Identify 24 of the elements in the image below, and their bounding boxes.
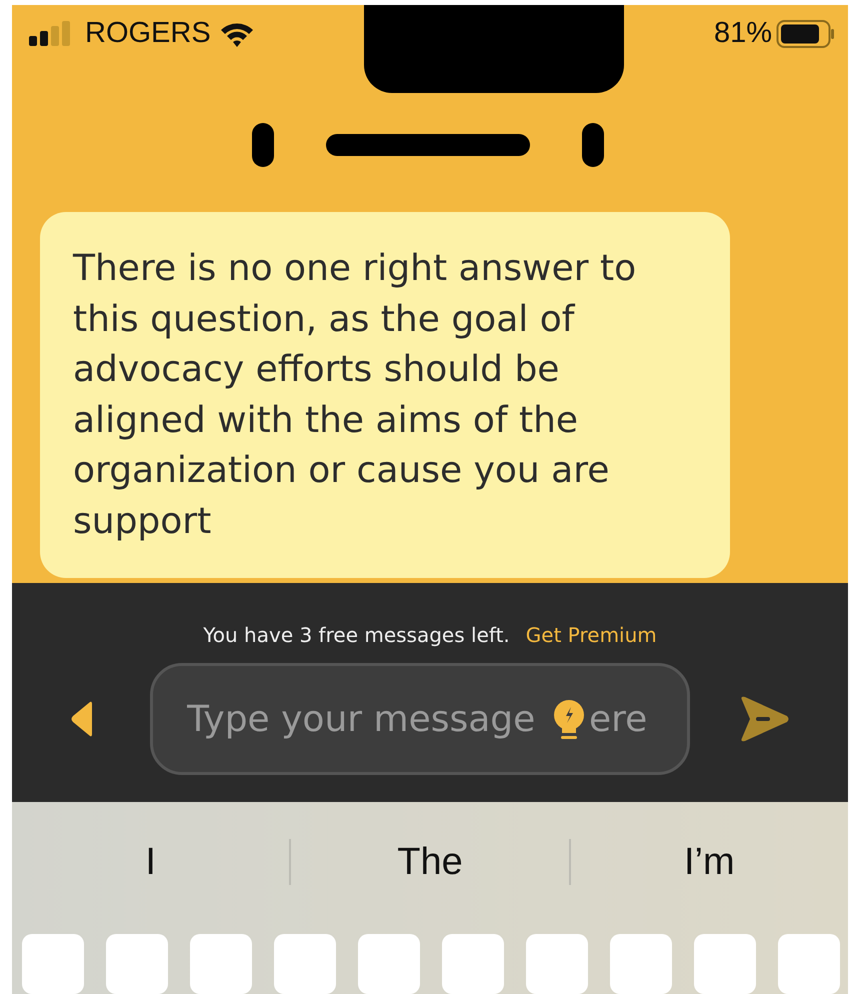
placeholder-text: ere (589, 698, 648, 740)
battery-icon (776, 18, 836, 48)
word-suggestion[interactable]: I’m (570, 840, 848, 884)
keyboard-key[interactable] (106, 934, 168, 994)
keyboard-key[interactable] (358, 934, 420, 994)
keyboard-key[interactable] (22, 934, 84, 994)
pill-drawing (252, 123, 274, 167)
keyboard-key[interactable] (610, 934, 672, 994)
pill-drawing (582, 123, 604, 167)
keyboard-key[interactable] (694, 934, 756, 994)
keyboard-key[interactable] (778, 934, 840, 994)
keyboard-key[interactable] (526, 934, 588, 994)
message-text: There is no one right answer to this question, as the goal of advocacy efforts should be aligned with the aims of the organization or cause you are support (73, 248, 636, 542)
word-suggestion[interactable]: I (12, 840, 290, 884)
back-icon[interactable] (70, 700, 92, 738)
send-icon[interactable] (740, 696, 790, 742)
word-suggestion[interactable]: The (291, 840, 569, 884)
notice-text: You have 3 free messages left. (203, 623, 510, 648)
keyboard-key[interactable] (190, 934, 252, 994)
keyboard-key[interactable] (274, 934, 336, 994)
carrier-name: ROGERS (85, 17, 211, 50)
keyboard-key[interactable] (442, 934, 504, 994)
battery-percentage: 81% (714, 17, 772, 50)
premium-link[interactable]: Get Premium (526, 623, 657, 648)
